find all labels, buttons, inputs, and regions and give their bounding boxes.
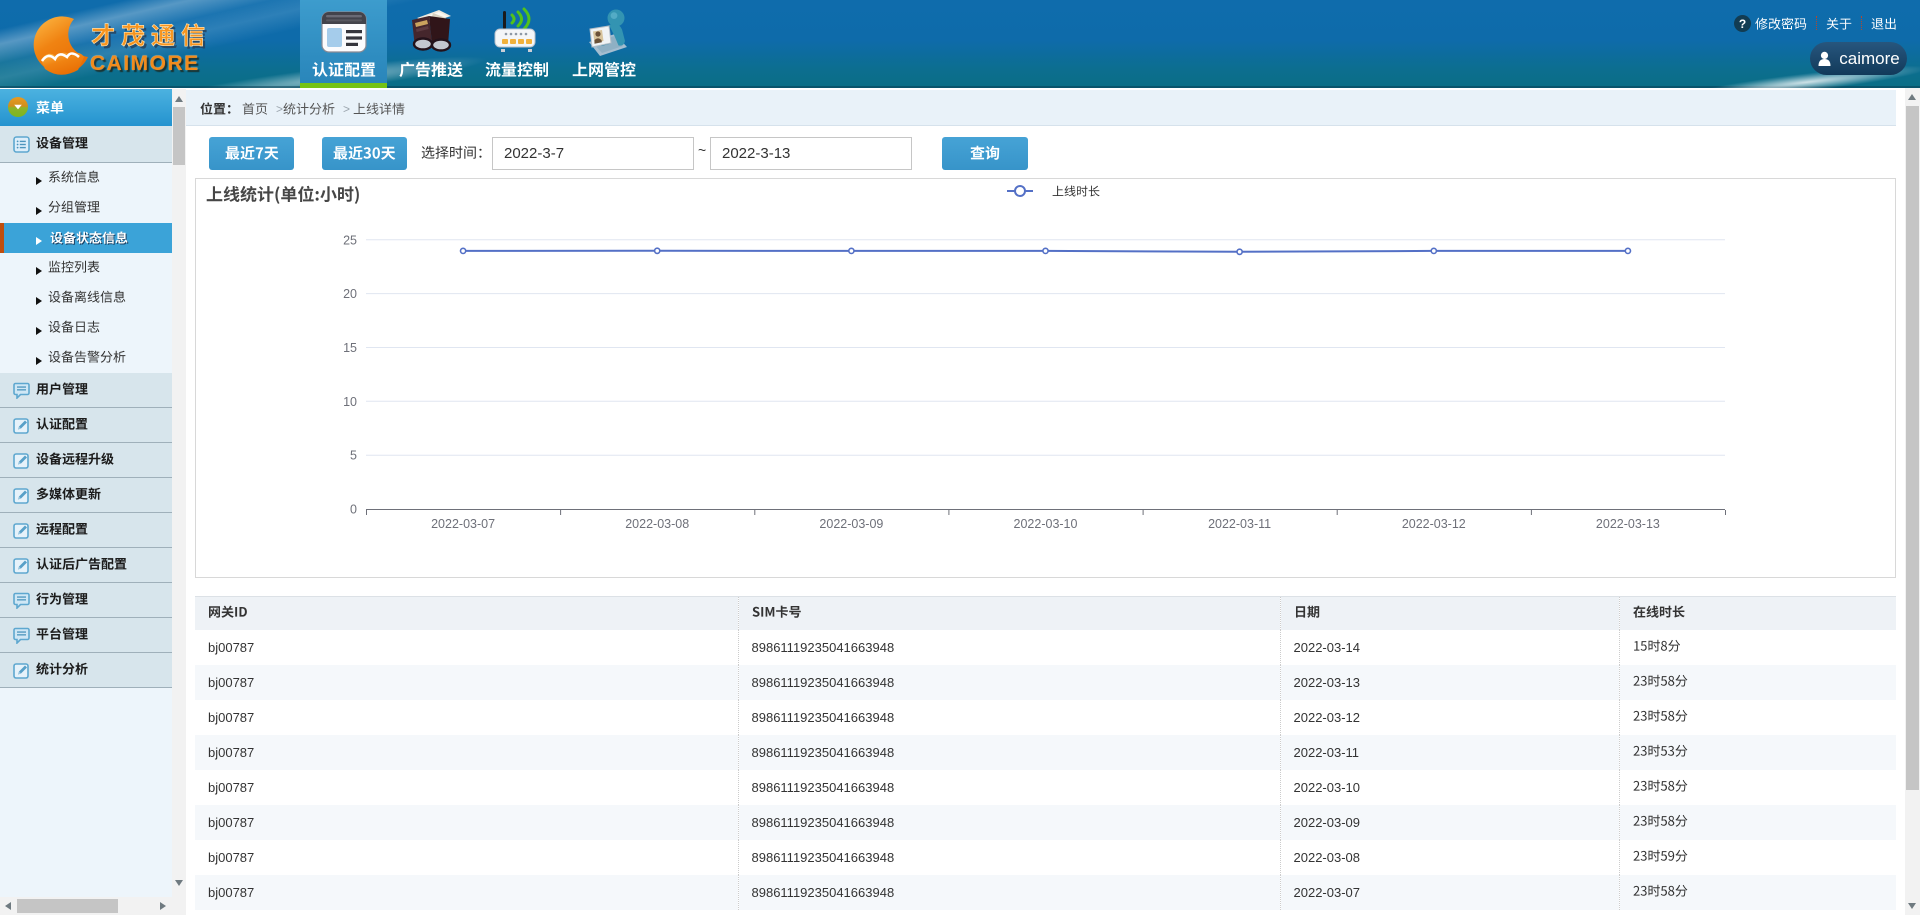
svg-text:2022-03-11: 2022-03-11 [1208,517,1271,531]
svg-text:5: 5 [350,449,357,463]
svg-text:0: 0 [350,503,357,517]
svg-text:2022-03-09: 2022-03-09 [819,517,883,531]
svg-text:10: 10 [343,395,357,409]
svg-text:25: 25 [343,233,357,247]
svg-text:2022-03-10: 2022-03-10 [1014,517,1078,531]
svg-text:?: ? [1739,17,1746,31]
svg-text:2022-03-08: 2022-03-08 [625,517,689,531]
svg-text:2022-03-07: 2022-03-07 [431,517,495,531]
svg-text:2022-03-12: 2022-03-12 [1402,517,1466,531]
svg-text:20: 20 [343,287,357,301]
svg-text:2022-03-13: 2022-03-13 [1596,517,1660,531]
svg-text:15: 15 [343,341,357,355]
